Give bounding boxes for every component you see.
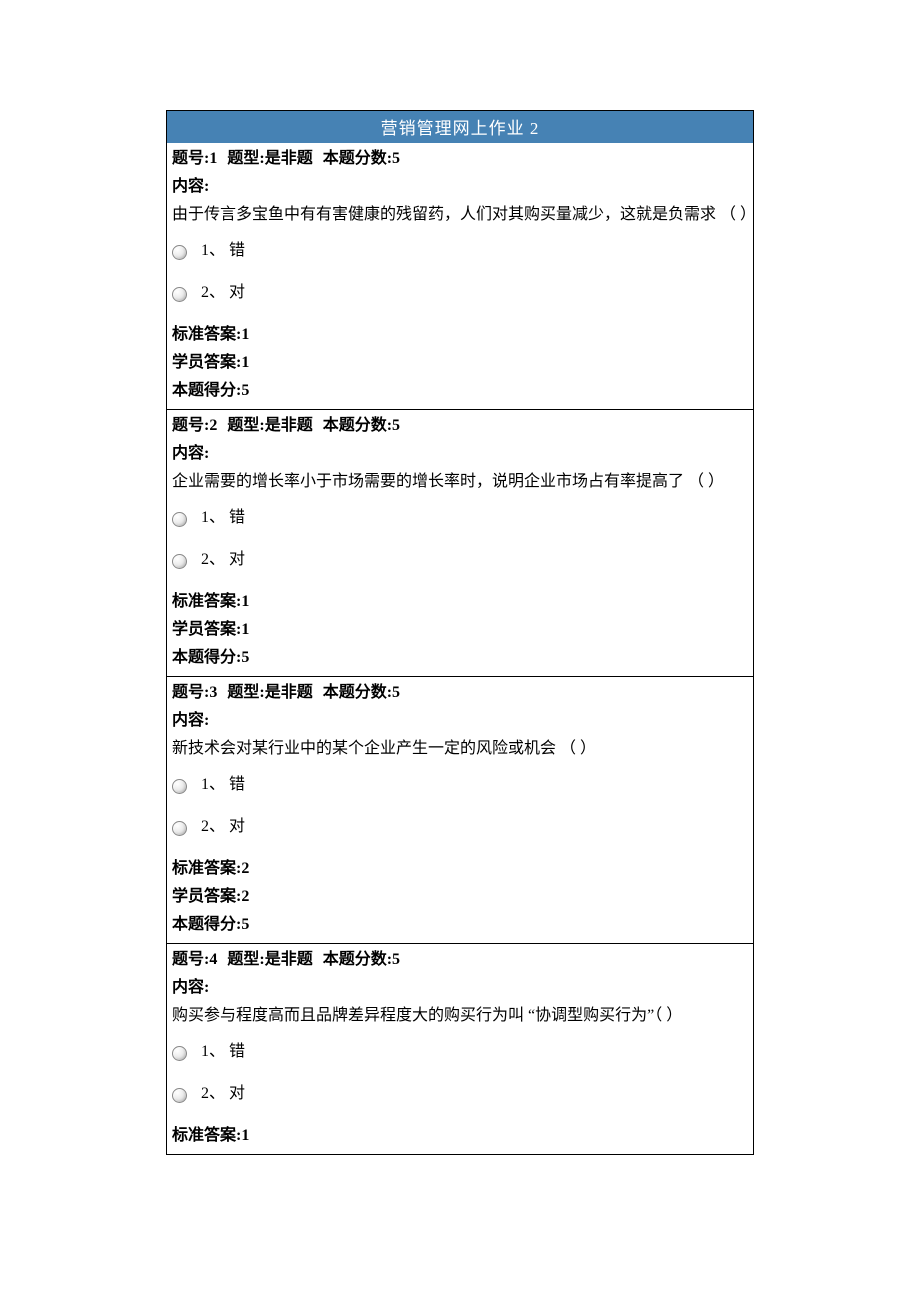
type-value: 是非题: [265, 951, 313, 968]
question-meta: 题号:1 题型:是非题 本题分数:5: [172, 145, 748, 173]
score-label: 本题分数:: [323, 684, 392, 701]
type-value: 是非题: [265, 417, 313, 434]
std-answer-label: 标准答案:: [172, 1127, 241, 1144]
score-label: 本题分数:: [323, 951, 392, 968]
choice-label: 1、 错: [201, 504, 748, 532]
choice-label: 2、 对: [201, 813, 748, 841]
score-label: 本题分数:: [323, 150, 392, 167]
num-label: 题号:: [172, 417, 209, 434]
stu-answer-line: 学员答案:1: [172, 616, 748, 644]
std-answer-value: 1: [241, 593, 249, 610]
got-score-label: 本题得分:: [172, 382, 241, 399]
question-block: 题号:2 题型:是非题 本题分数:5 内容: 企业需要的增长率小于市场需要的增长…: [167, 409, 753, 676]
choice-row: 1、 错: [172, 237, 748, 265]
type-value: 是非题: [265, 150, 313, 167]
num-value: 1: [209, 150, 217, 167]
got-score-value: 5: [241, 649, 249, 666]
question-block: 题号:3 题型:是非题 本题分数:5 内容: 新技术会对某行业中的某个企业产生一…: [167, 676, 753, 943]
num-label: 题号:: [172, 150, 209, 167]
std-answer-line: 标准答案:1: [172, 1122, 748, 1150]
std-answer-label: 标准答案:: [172, 860, 241, 877]
got-score-value: 5: [241, 916, 249, 933]
content-label: 内容:: [172, 173, 748, 201]
radio-icon[interactable]: [172, 245, 187, 260]
stu-answer-label: 学员答案:: [172, 888, 241, 905]
stu-answer-label: 学员答案:: [172, 621, 241, 638]
choice-label: 1、 错: [201, 771, 748, 799]
radio-icon[interactable]: [172, 512, 187, 527]
choice-label: 1、 错: [201, 237, 748, 265]
num-label: 题号:: [172, 951, 209, 968]
choice-row: 1、 错: [172, 1038, 748, 1066]
radio-icon[interactable]: [172, 287, 187, 302]
stu-answer-label: 学员答案:: [172, 354, 241, 371]
question-meta: 题号:3 题型:是非题 本题分数:5: [172, 679, 748, 707]
type-label: 题型:: [227, 417, 264, 434]
choice-label: 2、 对: [201, 279, 748, 307]
got-score-label: 本题得分:: [172, 916, 241, 933]
question-content: 由于传言多宝鱼中有有害健康的残留药，人们对其购买量减少，这就是负需求 （ ）: [172, 201, 748, 229]
num-value: 4: [209, 951, 217, 968]
type-value: 是非题: [265, 684, 313, 701]
choice-row: 2、 对: [172, 546, 748, 574]
num-value: 3: [209, 684, 217, 701]
radio-icon[interactable]: [172, 1088, 187, 1103]
question-meta: 题号:4 题型:是非题 本题分数:5: [172, 946, 748, 974]
question-meta: 题号:2 题型:是非题 本题分数:5: [172, 412, 748, 440]
got-score-line: 本题得分:5: [172, 377, 748, 405]
content-label: 内容:: [172, 440, 748, 468]
std-answer-label: 标准答案:: [172, 593, 241, 610]
question-content: 企业需要的增长率小于市场需要的增长率时，说明企业市场占有率提高了 （ ）: [172, 468, 748, 496]
num-label: 题号:: [172, 684, 209, 701]
std-answer-value: 1: [241, 1127, 249, 1144]
std-answer-value: 1: [241, 326, 249, 343]
radio-icon[interactable]: [172, 554, 187, 569]
got-score-label: 本题得分:: [172, 649, 241, 666]
type-label: 题型:: [227, 150, 264, 167]
quiz-container: 营销管理网上作业 2 题号:1 题型:是非题 本题分数:5 内容: 由于传言多宝…: [166, 110, 754, 1155]
stu-answer-value: 2: [241, 888, 249, 905]
choice-row: 2、 对: [172, 279, 748, 307]
question-block: 题号:4 题型:是非题 本题分数:5 内容: 购买参与程度高而且品牌差异程度大的…: [167, 943, 753, 1154]
stu-answer-line: 学员答案:2: [172, 883, 748, 911]
std-answer-line: 标准答案:1: [172, 321, 748, 349]
std-answer-line: 标准答案:1: [172, 588, 748, 616]
std-answer-line: 标准答案:2: [172, 855, 748, 883]
score-value: 5: [392, 684, 400, 701]
num-value: 2: [209, 417, 217, 434]
got-score-line: 本题得分:5: [172, 644, 748, 672]
std-answer-value: 2: [241, 860, 249, 877]
type-label: 题型:: [227, 951, 264, 968]
got-score-line: 本题得分:5: [172, 911, 748, 939]
choice-row: 2、 对: [172, 813, 748, 841]
content-label: 内容:: [172, 974, 748, 1002]
radio-icon[interactable]: [172, 821, 187, 836]
std-answer-label: 标准答案:: [172, 326, 241, 343]
question-content: 购买参与程度高而且品牌差异程度大的购买行为叫 “协调型购买行为”（ ）: [172, 1002, 748, 1030]
score-value: 5: [392, 951, 400, 968]
stu-answer-line: 学员答案:1: [172, 349, 748, 377]
score-value: 5: [392, 150, 400, 167]
type-label: 题型:: [227, 684, 264, 701]
question-content: 新技术会对某行业中的某个企业产生一定的风险或机会 （ ）: [172, 735, 748, 763]
quiz-title: 营销管理网上作业 2: [167, 111, 753, 143]
stu-answer-value: 1: [241, 621, 249, 638]
question-block: 题号:1 题型:是非题 本题分数:5 内容: 由于传言多宝鱼中有有害健康的残留药…: [167, 143, 753, 409]
radio-icon[interactable]: [172, 1046, 187, 1061]
content-label: 内容:: [172, 707, 748, 735]
stu-answer-value: 1: [241, 354, 249, 371]
radio-icon[interactable]: [172, 779, 187, 794]
choice-label: 2、 对: [201, 546, 748, 574]
choice-row: 2、 对: [172, 1080, 748, 1108]
choice-row: 1、 错: [172, 771, 748, 799]
choice-label: 1、 错: [201, 1038, 748, 1066]
score-value: 5: [392, 417, 400, 434]
choice-label: 2、 对: [201, 1080, 748, 1108]
score-label: 本题分数:: [323, 417, 392, 434]
got-score-value: 5: [241, 382, 249, 399]
choice-row: 1、 错: [172, 504, 748, 532]
